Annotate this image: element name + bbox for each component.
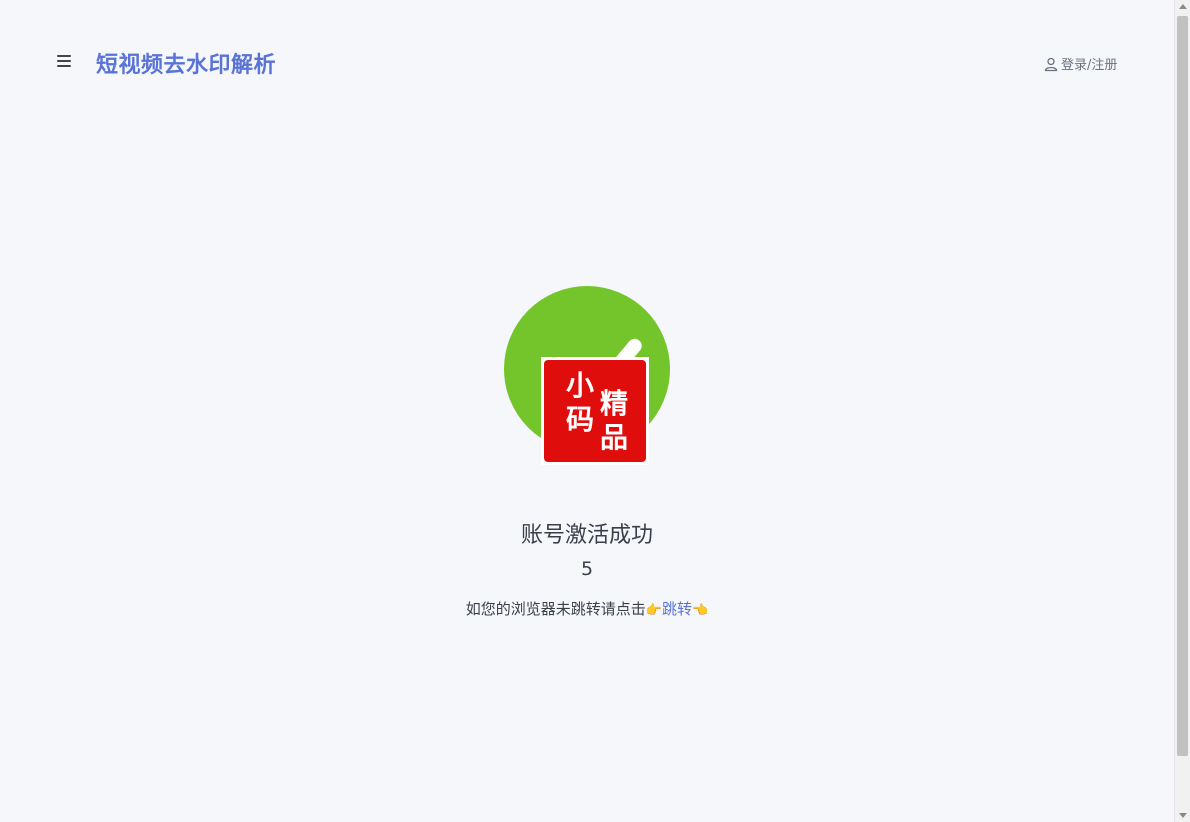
redirect-prefix: 如您的浏览器未跳转请点击: [465, 600, 646, 618]
pointing-right-icon: 👉: [645, 603, 662, 618]
top-header: 短视频去水印解析 登录/注册: [0, 0, 1174, 126]
user-icon: [1044, 57, 1058, 71]
login-register-label: 登录/注册: [1061, 58, 1118, 73]
countdown-number: 5: [580, 558, 594, 580]
seal-logo: 小 码 精 品: [541, 357, 649, 465]
redirect-hint: 如您的浏览器未跳转请点击👉跳转👈: [0, 598, 1174, 619]
hamburger-icon[interactable]: [57, 55, 71, 69]
pointing-left-icon: 👈: [692, 603, 709, 618]
scroll-thumb[interactable]: [1177, 16, 1188, 756]
seal-char-1: 小: [566, 369, 595, 402]
login-register-link[interactable]: 登录/注册: [1043, 54, 1117, 73]
seal-char-2: 码: [566, 403, 595, 436]
vertical-scrollbar[interactable]: [1174, 0, 1190, 822]
status-title: 账号激活成功: [520, 523, 653, 548]
seal-inner: 小 码 精 品: [544, 360, 646, 462]
site-title[interactable]: 短视频去水印解析: [96, 47, 276, 79]
scroll-up-icon[interactable]: [1179, 4, 1187, 9]
scroll-down-icon[interactable]: [1179, 813, 1187, 818]
redirect-link[interactable]: 跳转: [662, 600, 692, 618]
seal-char-4: 品: [600, 421, 629, 454]
seal-char-3: 精: [600, 387, 629, 420]
